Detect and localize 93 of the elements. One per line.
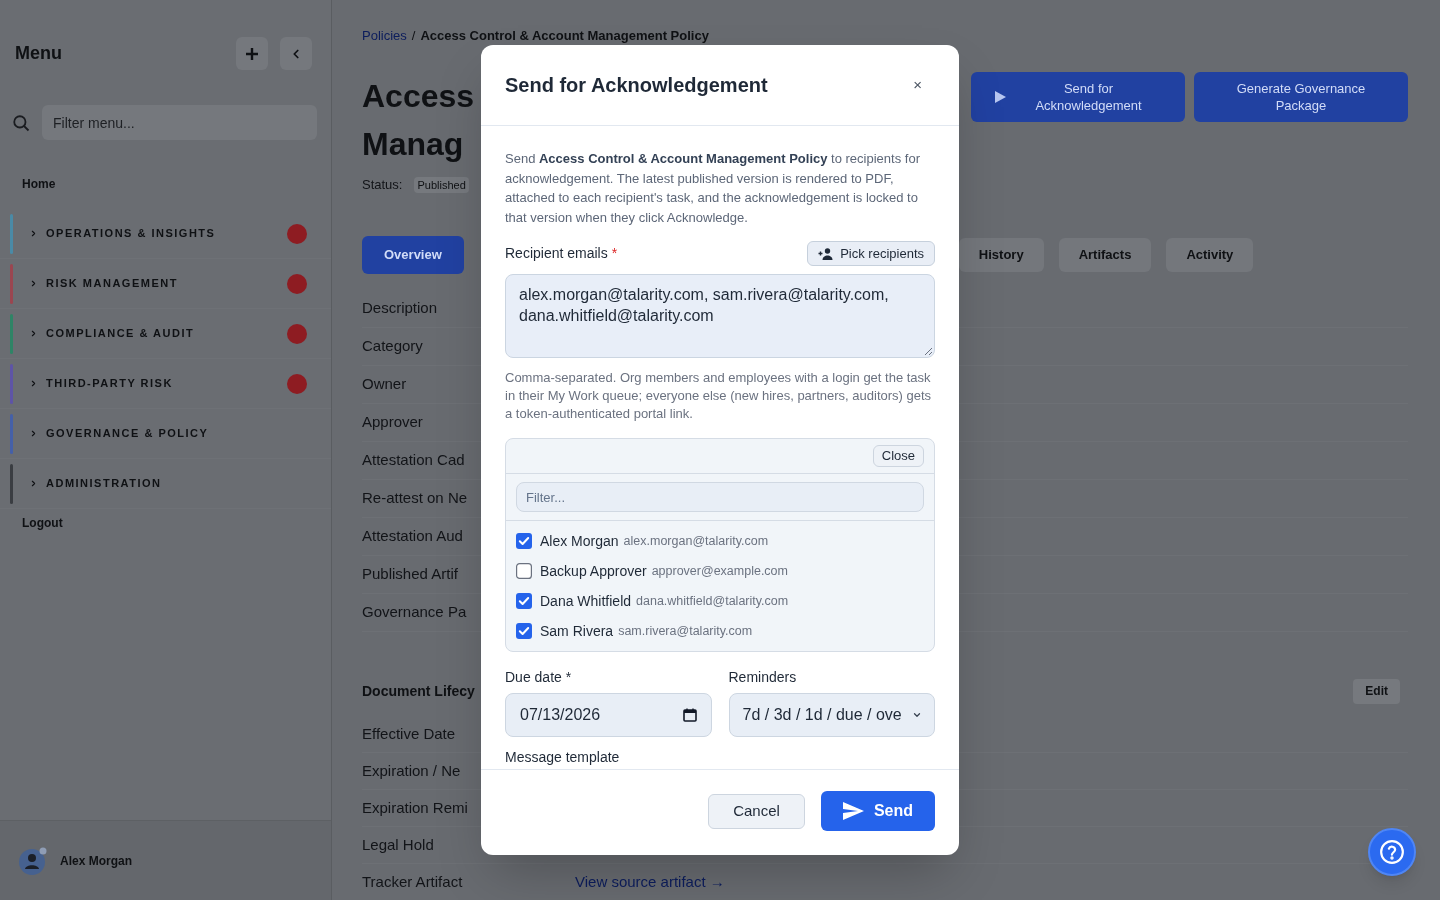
field-label: Expiration Remi [362,799,468,816]
page-tab[interactable]: Activity [1166,238,1254,272]
menu-group[interactable]: GOVERNANCE & POLICY [0,409,331,459]
group-label: ADMINISTRATION [46,476,162,492]
breadcrumb-link[interactable]: Policies [362,27,407,44]
menu-group[interactable]: THIRD-PARTY RISK [0,359,331,409]
page-title: Access [362,77,475,116]
recipient-email: approver@example.com [651,562,788,580]
due-date-field[interactable]: 07/13/2026 [505,693,712,737]
field-label: Attestation Aud [362,526,463,547]
field-label: Legal Hold [362,836,434,853]
field-hint: Comma-separated. Org members and employees with a login get the task in their My Work queue; everyone else (new hires, partners, auditors) gets a token-authenticated portal link. [505,369,933,423]
checkbox[interactable] [516,533,532,549]
help-icon [1379,839,1405,865]
status-label: Status: [362,176,403,195]
chevron-right-icon [29,279,38,288]
menu-group[interactable]: RISK MANAGEMENT [0,259,331,309]
reminders-select[interactable]: 7d / 3d / 1d / due / ove [728,693,935,737]
send-icon [842,802,864,820]
recipient-email: sam.rivera@talarity.com [618,622,753,640]
edit-button[interactable]: Edit [1353,678,1400,704]
search-icon [12,113,30,132]
sidebar-title: Menu [15,42,62,65]
checkbox[interactable] [516,623,532,639]
recipient-name: Alex Morgan [540,531,619,551]
field-label: Owner [362,374,407,395]
action-button[interactable]: Send for Acknowledgement [971,72,1185,122]
field-label: Category [362,336,423,357]
resize-grip-icon [924,347,932,355]
chevron-down-icon [912,710,922,720]
add-button[interactable] [236,37,268,70]
plus-icon [246,47,258,60]
field-label: Reminders [728,668,797,686]
required-mark: * [611,244,618,263]
chevron-right-icon [29,429,38,438]
cancel-button[interactable]: Cancel [708,793,805,829]
add-person-icon [818,247,834,260]
checkbox[interactable] [516,593,532,609]
breadcrumb-current: Access Control & Account Management Policy [420,27,709,44]
menu-filter-field[interactable]: Filter menu... [42,105,317,140]
recipient-name: Backup Approver [540,561,647,581]
group-label: THIRD-PARTY RISK [46,376,173,392]
field-label: Re-attest on Ne [362,488,468,509]
pick-recipients-button[interactable]: Pick recipients [807,241,935,266]
chevron-right-icon [29,329,38,338]
page-title: Manag [362,125,465,164]
chevron-right-icon [29,479,38,488]
field-label: Description [362,298,438,319]
action-button[interactable]: Generate Governance Package [1194,72,1408,122]
group-label: COMPLIANCE & AUDIT [46,326,195,342]
recipient-name: Dana Whitfield [540,591,632,611]
field-label: Governance Pa [362,602,467,623]
menu-group[interactable]: ADMINISTRATION [0,459,331,509]
group-label: RISK MANAGEMENT [46,276,178,292]
page-tab[interactable]: Overview [362,236,464,274]
menu-group[interactable]: COMPLIANCE & AUDIT [0,309,331,359]
picker-filter-field[interactable]: Filter... [516,482,924,512]
field-label: Tracker Artifact [362,873,463,890]
breadcrumb-separator: / [411,27,416,44]
field-label: Expiration / Ne [362,762,461,779]
recipient-emails-textarea[interactable]: alex.morgan@talarity.com, sam.rivera@talarity.com, dana.whitfield@talarity.com [505,274,935,358]
chevron-right-icon [29,379,38,388]
menu-group[interactable]: OPERATIONS & INSIGHTS [0,209,331,259]
recipient-email: alex.morgan@talarity.com [623,532,769,550]
group-label: OPERATIONS & INSIGHTS [46,226,216,242]
field-label: Approver [362,412,423,433]
user-name: Alex Morgan [60,852,132,870]
field-label: Published Artif [362,564,458,585]
user-avatar-icon [18,845,48,876]
home-link[interactable]: Home [22,175,56,193]
calendar-icon [682,708,697,722]
status-badge: Published [414,176,469,194]
source-artifact-link[interactable]: View source artifact → [575,870,725,894]
picker-close-button[interactable]: Close [872,445,924,467]
field-label: Attestation Cad [362,450,465,471]
logout-link[interactable]: Logout [22,514,63,532]
checkbox[interactable] [516,563,532,579]
dialog-title: Send for Acknowledgement [505,73,768,98]
page-tab[interactable]: Artifacts [1058,238,1152,272]
section-heading: Document Lifecy [362,681,475,701]
field-label: Due date * [505,668,572,686]
play-icon [995,91,1006,103]
close-button[interactable]: × [909,73,926,97]
field-label: Message template [505,749,620,766]
recipient-name: Sam Rivera [540,621,614,641]
field-label: Recipient emails [505,244,608,263]
field-label: Effective Date [362,725,456,742]
dialog-description: Send Access Control & Account Management Policy to recipients for acknowledgement. The latest published version is rendered to PDF, attached to each recipient's task, and the acknowledgement is locked to that version when they click Acknowledge. [505,150,921,227]
recipient-email: dana.whitfield@talarity.com [636,592,789,610]
chevron-right-icon [29,229,38,238]
group-label: GOVERNANCE & POLICY [46,426,209,442]
send-button[interactable]: Send [821,791,935,831]
page-tab[interactable]: History [958,238,1044,272]
